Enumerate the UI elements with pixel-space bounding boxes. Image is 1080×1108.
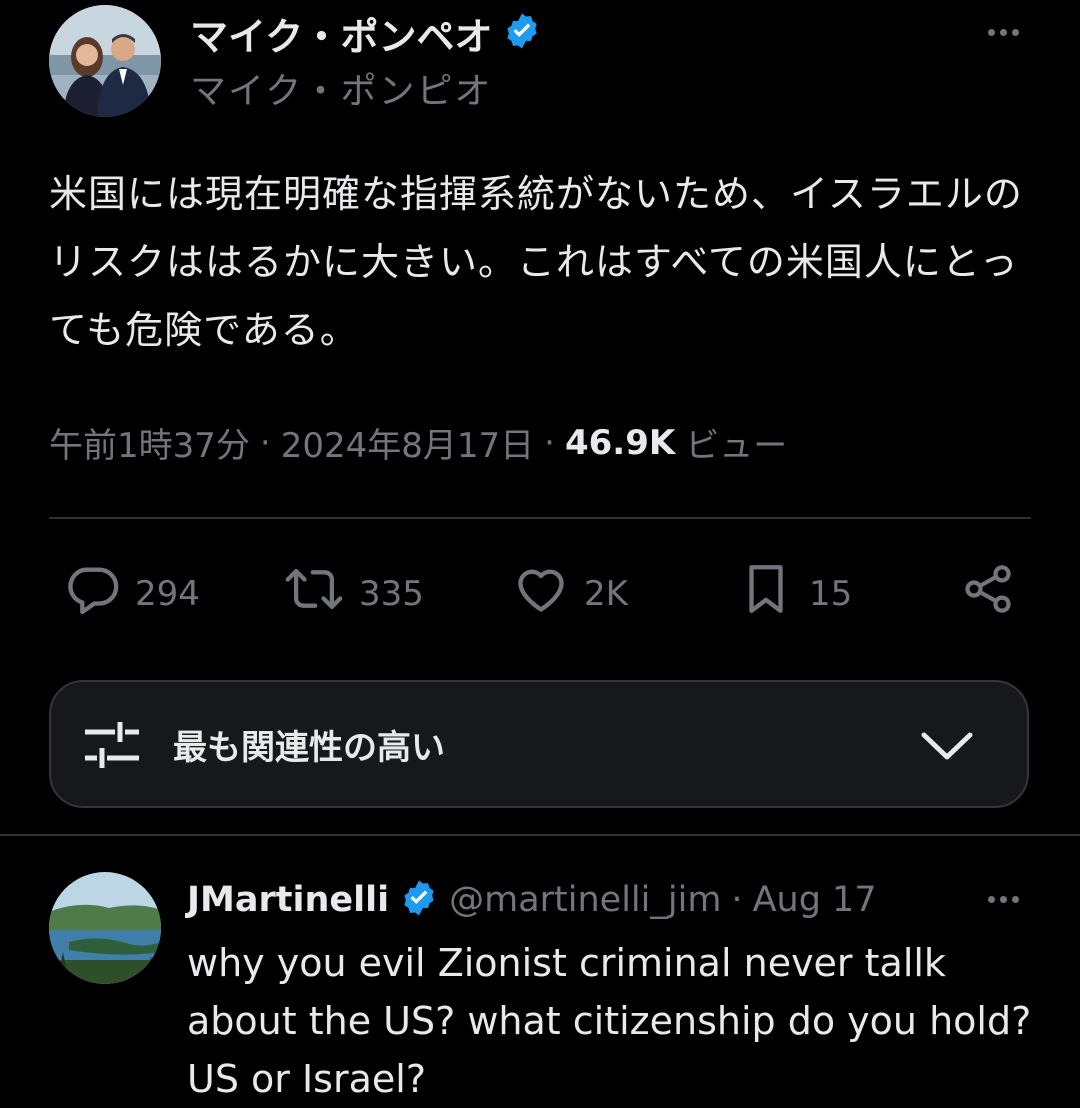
share-icon[interactable] [960, 560, 1016, 622]
reply-author-avatar[interactable] [49, 872, 161, 984]
filter-sliders-icon [83, 718, 141, 774]
reply-more-options-icon[interactable] [988, 896, 1019, 903]
author-display-name[interactable]: マイク・ポンペオ [190, 6, 492, 61]
tweet-text: 米国には現在明確な指揮系統がないため、イスラエルのリスクははるかに大きい。これは… [49, 172, 1023, 352]
divider [49, 517, 1031, 519]
tweet-date[interactable]: 2024年8月17日 [281, 418, 534, 467]
reply-action[interactable]: 294 [63, 560, 200, 627]
tweet-time[interactable]: 午前1時37分 [49, 418, 250, 467]
views-count: 46.9K [564, 422, 676, 463]
reply-header-row: JMartinelli @martinelli_jim · Aug 17 [187, 876, 877, 924]
reply-author-handle[interactable]: @martinelli_jim [449, 880, 721, 920]
author-handle[interactable]: マイク・ポンピオ [190, 62, 493, 114]
retweet-icon [283, 560, 345, 627]
more-options-icon[interactable] [988, 29, 1019, 36]
verified-badge-icon [399, 878, 439, 922]
chevron-down-icon [919, 728, 975, 768]
bookmark-count: 15 [809, 573, 853, 614]
meta-separator: · [544, 422, 555, 463]
reply-author-name[interactable]: JMartinelli [187, 880, 389, 920]
tweet-meta-row: 午前1時37分 · 2024年8月17日 · 46.9K ビュー [49, 418, 787, 467]
author-avatar[interactable] [49, 5, 161, 117]
heart-icon [512, 560, 570, 627]
divider [0, 834, 1080, 836]
meta-separator: · [259, 422, 271, 463]
bookmark-icon [737, 560, 795, 627]
reply-count: 294 [135, 573, 200, 614]
bookmark-action[interactable]: 15 [737, 560, 852, 627]
retweet-action[interactable]: 335 [283, 560, 424, 627]
verified-badge-icon [502, 11, 542, 55]
author-name-row[interactable]: マイク・ポンペオ [190, 6, 542, 61]
like-action[interactable]: 2K [512, 560, 628, 627]
like-count: 2K [584, 573, 628, 614]
meta-separator: · [731, 880, 743, 920]
reply-sort-dropdown[interactable]: 最も関連性の高い [49, 680, 1029, 808]
reply-icon [63, 560, 121, 627]
reply-date[interactable]: Aug 17 [753, 880, 877, 920]
reply-text: why you evil Zionist criminal never tall… [187, 941, 1032, 1101]
retweet-count: 335 [359, 573, 424, 614]
views-label: ビュー [685, 426, 788, 466]
filter-label: 最も関連性の高い [173, 728, 445, 768]
